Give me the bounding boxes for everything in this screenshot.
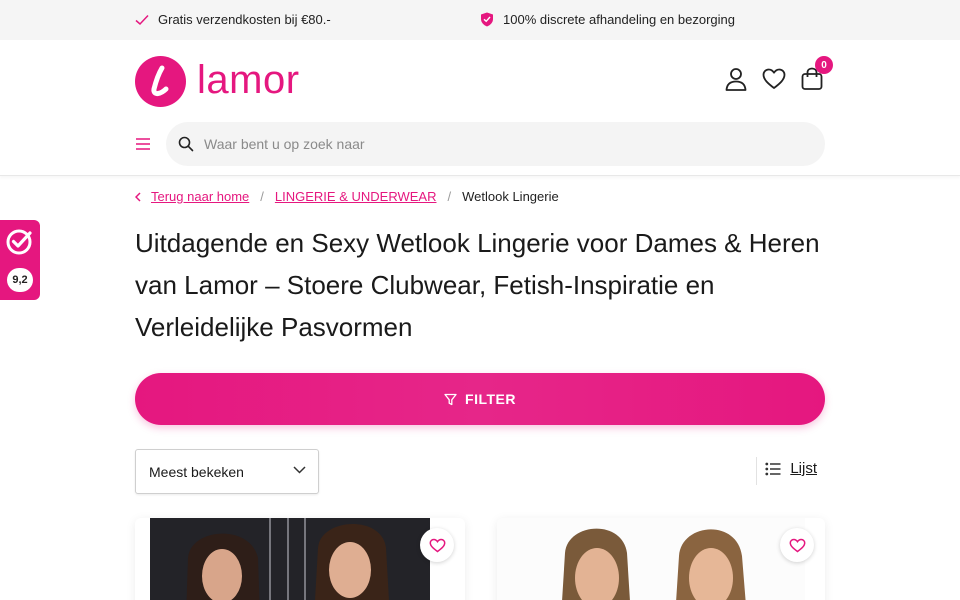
filter-button[interactable]: FILTER (135, 373, 825, 425)
wishlist-button[interactable] (761, 66, 787, 92)
rating-check-icon (6, 229, 32, 255)
usp-discreet-text: 100% discrete afhandeling en bezorging (503, 12, 736, 27)
logo[interactable]: lamor (135, 56, 300, 107)
check-icon (135, 14, 149, 25)
search-icon (178, 136, 194, 152)
breadcrumb-current: Wetlook Lingerie (462, 189, 559, 204)
heart-icon (789, 538, 805, 552)
product-card[interactable] (497, 518, 825, 600)
heart-icon (429, 538, 445, 552)
view-toggle-divider (756, 457, 758, 485)
product-card[interactable] (135, 518, 465, 600)
cart-count-badge: 0 (815, 56, 833, 74)
usp-free-shipping-text: Gratis verzendkosten bij €80.- (158, 12, 331, 27)
rating-widget[interactable]: 9,2 (0, 220, 40, 300)
cart-button[interactable]: 0 (799, 56, 833, 92)
breadcrumb-separator: / (260, 189, 264, 204)
site-header: lamor 0 (0, 40, 960, 176)
menu-button[interactable] (135, 137, 151, 151)
chevron-down-icon (293, 466, 306, 474)
list-icon (765, 462, 781, 475)
usp-discreet: 100% discrete afhandeling en bezorging (480, 12, 735, 27)
filter-button-label: FILTER (465, 391, 516, 407)
breadcrumb-category-link[interactable]: LINGERIE & UNDERWEAR (275, 189, 437, 204)
shield-check-icon (481, 12, 493, 27)
search-input[interactable] (204, 136, 784, 152)
breadcrumb: Terug naar home / LINGERIE & UNDERWEAR /… (135, 189, 559, 204)
product-image[interactable] (150, 518, 430, 600)
sort-selected-value: Meest bekeken (149, 463, 244, 480)
usp-bar: Gratis verzendkosten bij €80.- 100% disc… (0, 0, 960, 40)
breadcrumb-home-link[interactable]: Terug naar home (151, 189, 249, 204)
logo-l-icon (151, 65, 169, 97)
product-photo-placeholder (497, 518, 805, 600)
account-button[interactable] (723, 66, 749, 92)
list-view-toggle[interactable]: Lijst (756, 457, 817, 485)
add-to-wishlist-button[interactable] (420, 528, 454, 562)
product-photo-placeholder (150, 518, 430, 600)
chevron-left-icon (135, 191, 141, 202)
sort-select[interactable]: Meest bekeken (135, 449, 319, 494)
list-view-label: Lijst (790, 460, 817, 477)
user-icon (725, 68, 747, 91)
header-actions: 0 (711, 56, 833, 92)
logo-mark (135, 56, 186, 107)
product-image[interactable] (497, 518, 805, 600)
heart-icon (762, 68, 786, 89)
usp-free-shipping: Gratis verzendkosten bij €80.- (135, 12, 331, 27)
funnel-icon (444, 393, 457, 405)
logo-text: lamor (197, 57, 300, 102)
hamburger-icon (136, 138, 150, 150)
search-bar[interactable] (166, 122, 825, 166)
breadcrumb-separator: / (447, 189, 452, 204)
page-title: Uitdagende en Sexy Wetlook Lingerie voor… (135, 228, 820, 342)
rating-score: 9,2 (7, 268, 33, 292)
add-to-wishlist-button[interactable] (780, 528, 814, 562)
